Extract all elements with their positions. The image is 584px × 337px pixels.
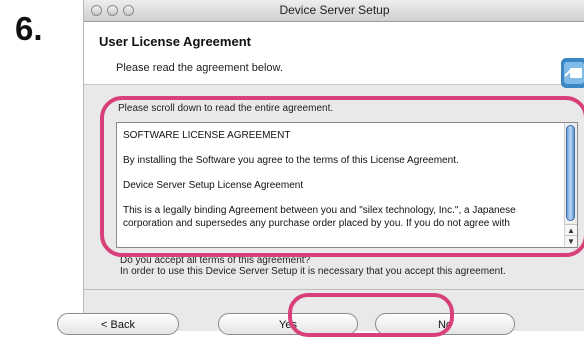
license-text: SOFTWARE LICENSE AGREEMENT By installing…: [123, 129, 563, 242]
window-title: Device Server Setup: [279, 3, 390, 17]
back-button[interactable]: < Back: [57, 313, 179, 335]
license-paragraph: By installing the Software you agree to …: [123, 155, 459, 166]
wizard-header: User License Agreement Please read the a…: [84, 22, 584, 88]
yes-button[interactable]: Yes: [218, 313, 358, 335]
footer-divider: [84, 289, 584, 290]
no-button[interactable]: No: [375, 313, 515, 335]
license-paragraph: This is a legally binding Agreement betw…: [123, 205, 516, 229]
license-scrollbar[interactable]: ▲ ▼: [564, 123, 577, 247]
license-paragraph: Device Server Setup License Agreement: [123, 180, 304, 191]
setup-app-icon: [561, 58, 584, 88]
page-title: User License Agreement: [99, 34, 251, 49]
scroll-thumb[interactable]: [566, 125, 575, 221]
accept-requirement: In order to use this Device Server Setup…: [120, 266, 506, 277]
setup-window: Device Server Setup User License Agreeme…: [83, 0, 584, 331]
scroll-instruction: Please scroll down to read the entire ag…: [118, 103, 334, 114]
license-text-area[interactable]: SOFTWARE LICENSE AGREEMENT By installing…: [116, 122, 578, 248]
step-number: 6.: [15, 10, 43, 47]
accept-question: Do you accept all terms of this agreemen…: [120, 255, 311, 266]
page-subtitle: Please read the agreement below.: [116, 62, 283, 74]
title-bar[interactable]: Device Server Setup: [84, 0, 584, 22]
license-paragraph: SOFTWARE LICENSE AGREEMENT: [123, 130, 291, 141]
scroll-down-arrow-icon[interactable]: ▼: [565, 235, 577, 247]
